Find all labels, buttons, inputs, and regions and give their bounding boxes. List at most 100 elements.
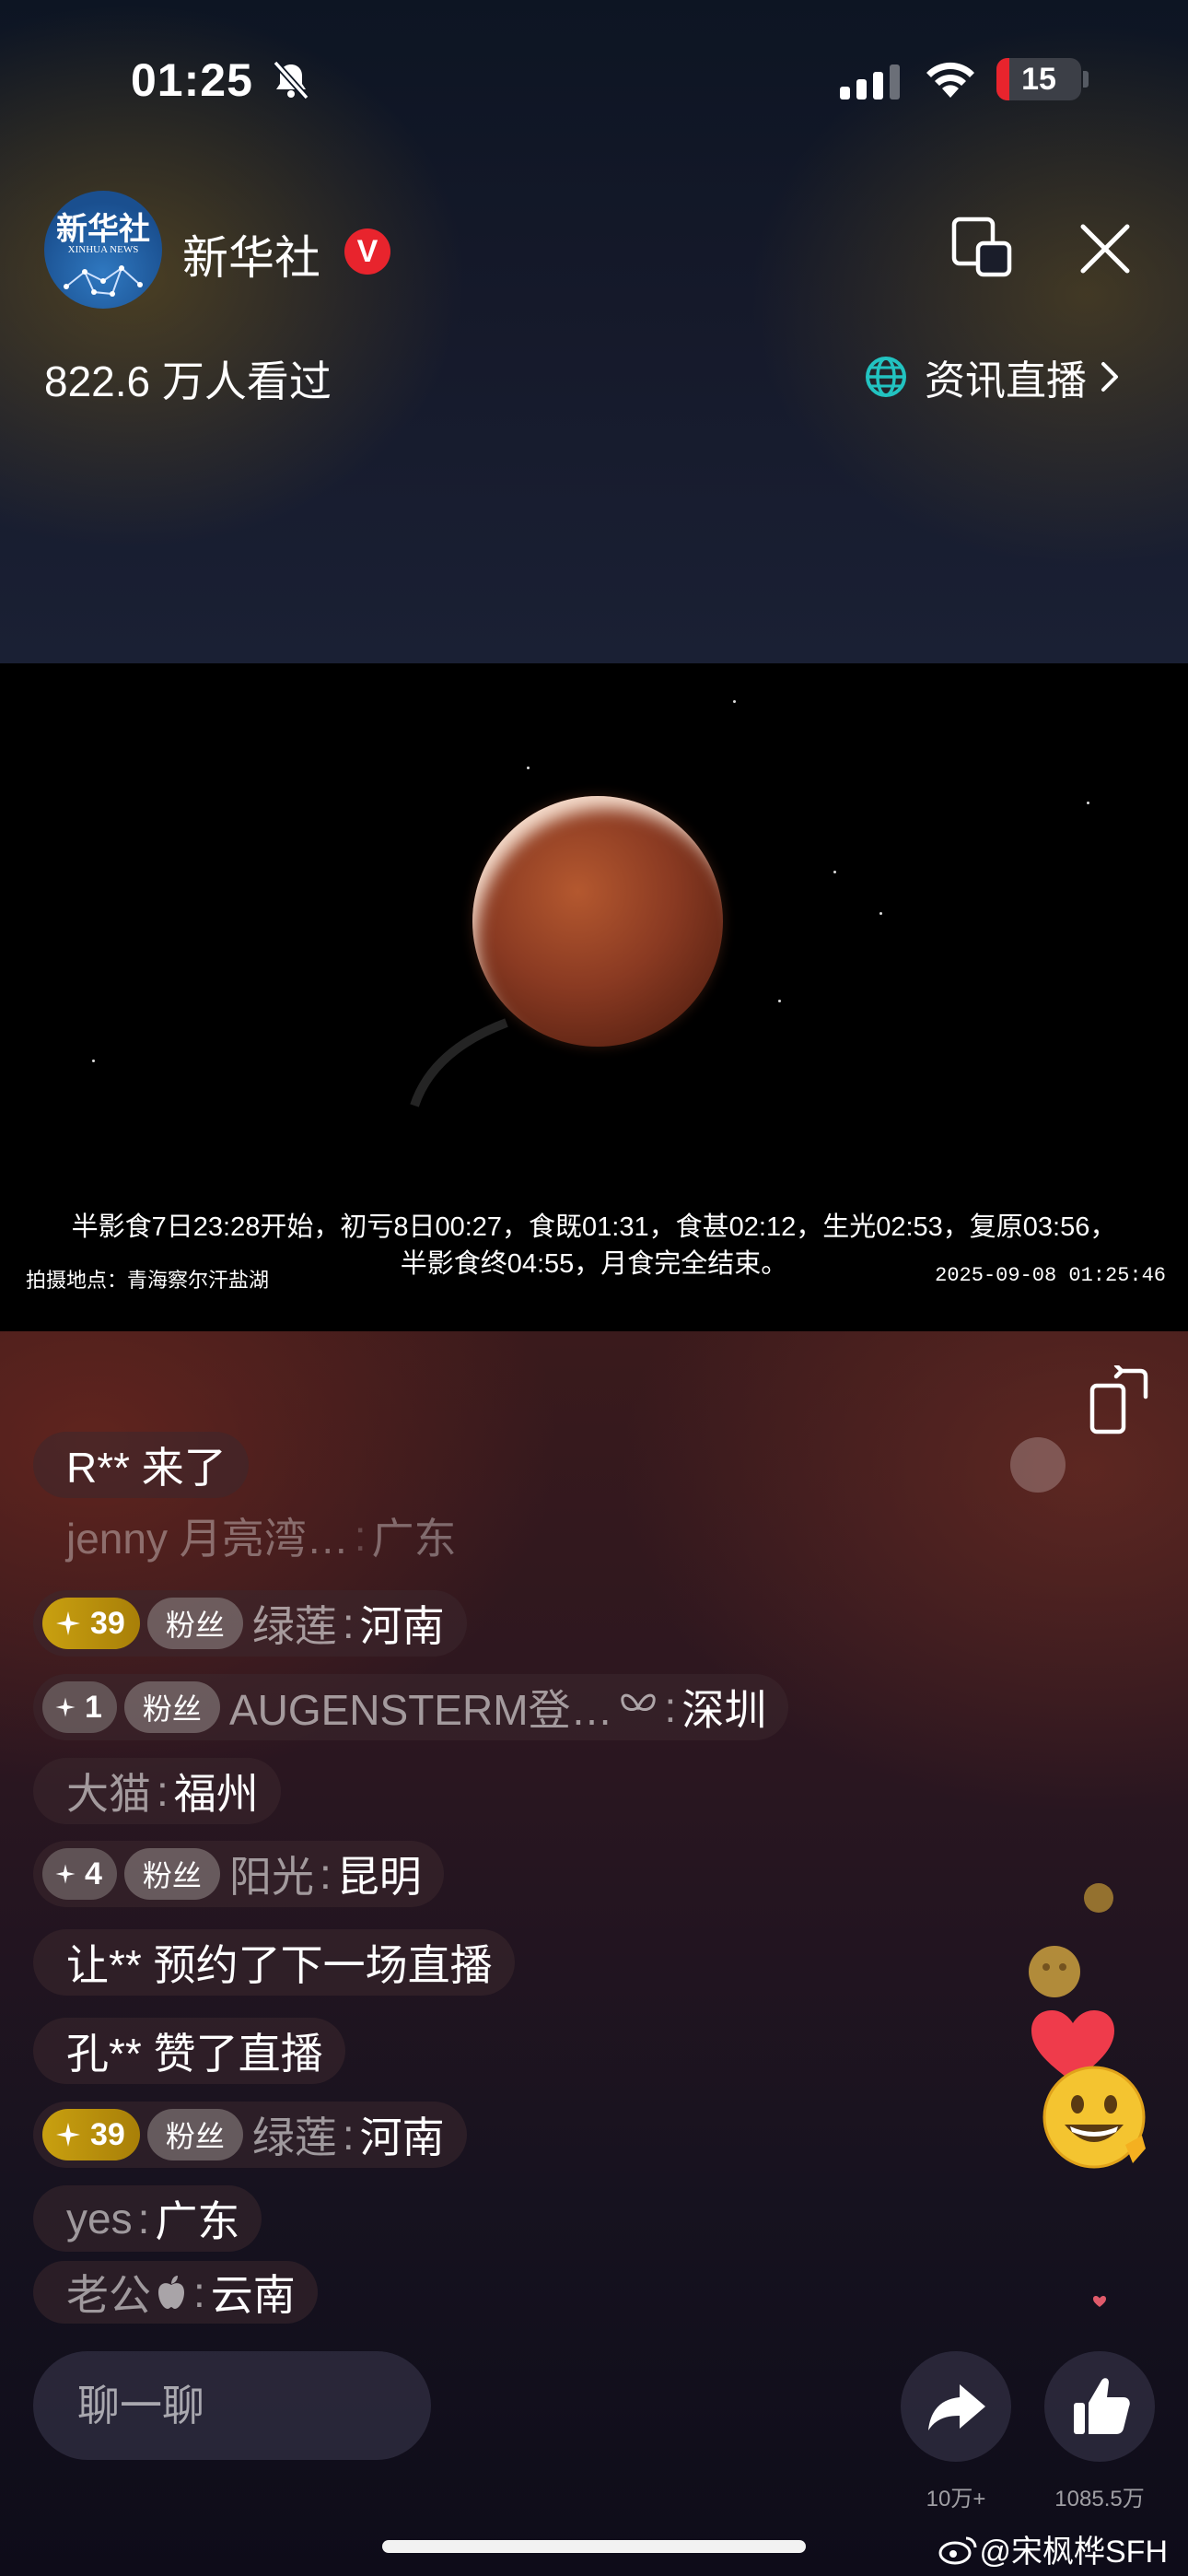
battery-nub (1083, 71, 1089, 88)
sparkle-icon (55, 1697, 76, 1717)
constellation-icon (64, 265, 143, 297)
fan-badge: 粉丝 (123, 1681, 220, 1733)
battery-indicator: 15 (996, 58, 1081, 100)
message-separator: : (342, 2111, 355, 2159)
verified-badge: V (344, 228, 390, 275)
chat-feed[interactable]: R** 来了 jenny 月亮湾… : 广东 39 粉丝 绿莲 : 河南 1 粉… (33, 1432, 954, 2335)
globe-icon (866, 357, 906, 397)
chat-input[interactable]: 聊一聊 (33, 2351, 431, 2460)
bell-slash-icon (273, 60, 309, 100)
message-user: 老公 (66, 2271, 151, 2319)
shooting-location: 拍摄地点：青海察尔汗盐湖 (26, 1269, 270, 1292)
status-time: 01:25 (131, 54, 253, 106)
chat-input-placeholder: 聊一聊 (77, 2382, 204, 2430)
level-number: 39 (90, 2116, 125, 2152)
butterfly-icon (620, 1693, 656, 1711)
message-user: 阳光 (228, 1853, 314, 1901)
message-separator: : (193, 2268, 205, 2316)
message-location: 福州 (173, 1770, 259, 1818)
chat-message: 39 粉丝 绿莲 : 河南 (33, 2102, 467, 2168)
star (778, 1000, 781, 1002)
message-location: 河南 (359, 2113, 445, 2161)
wifi-icon (926, 62, 974, 98)
star (1087, 802, 1089, 804)
message-separator: : (664, 1683, 677, 1731)
chat-message: 大猫 : 福州 (33, 1758, 281, 1824)
share-count: 10万+ (926, 2487, 986, 2512)
category-label: 资讯直播 (925, 358, 1087, 404)
lens-flare (410, 1018, 508, 1107)
watermark-text: @宋枫桦SFH (979, 2535, 1168, 2570)
message-location: 广东 (371, 1515, 457, 1563)
message-user: 大猫 (66, 1770, 151, 1818)
close-icon[interactable] (1077, 221, 1133, 276)
cellular-signal-icon (840, 64, 900, 100)
message-text: 孔** 赞了直播 (66, 2030, 323, 2078)
channel-avatar[interactable]: 新华社 XINHUA NEWS (44, 191, 162, 309)
floating-window-icon[interactable] (950, 216, 1013, 278)
category-link[interactable]: 资讯直播 (864, 348, 1124, 405)
message-user: jenny 月亮湾… (66, 1515, 349, 1563)
channel-name[interactable]: 新华社 (182, 221, 320, 287)
caption-line-1: 半影食7日23:28开始，初亏8日00:27，食既01:31，食甚02:12，生… (71, 1212, 1117, 1242)
thumbs-up-icon (1074, 2378, 1130, 2434)
star (833, 871, 836, 873)
apple-icon (158, 2276, 184, 2309)
fan-badge: 粉丝 (123, 1848, 220, 1900)
fan-badge: 粉丝 (146, 2109, 243, 2160)
avatar-logo-text: 新华社 (56, 211, 150, 248)
message-user: 绿莲 (251, 2113, 337, 2161)
message-user: AUGENSTERM登… (228, 1686, 613, 1734)
fading-face-reaction-icon (1010, 1437, 1066, 1493)
video-timestamp: 2025-09-08 01:25:46 (935, 1264, 1166, 1287)
rotate-screen-icon[interactable] (1087, 1365, 1151, 1435)
chat-message: 39 粉丝 绿莲 : 河南 (33, 1590, 467, 1657)
sparkle-icon (55, 1864, 76, 1884)
sparkle-icon (56, 2123, 80, 2147)
message-location: 广东 (155, 2197, 240, 2245)
message-location: 深圳 (681, 1686, 767, 1734)
message-user: yes (66, 2195, 133, 2242)
weibo-watermark: @宋枫桦SFH (938, 2526, 1168, 2571)
fan-badge: 粉丝 (146, 1598, 243, 1649)
message-text: R** 来了 (66, 1444, 227, 1492)
level-number: 39 (90, 1605, 125, 1641)
message-separator: : (137, 2195, 150, 2242)
level-number: 1 (85, 1689, 102, 1725)
chat-message: 4 粉丝 阳光 : 昆明 (33, 1841, 444, 1907)
chat-message: yes : 广东 (33, 2185, 262, 2252)
home-indicator[interactable] (382, 2540, 806, 2553)
chat-message-system: 孔** 赞了直播 (33, 2018, 345, 2084)
chat-message: 老公 : 云南 (33, 2261, 318, 2324)
live-video-frame[interactable]: 半影食7日23:28开始，初亏8日00:27，食既01:31，食甚02:12，生… (0, 663, 1188, 1331)
star (879, 912, 882, 915)
grinning-face-reaction-icon (1042, 2066, 1146, 2169)
chat-message-system: R** 来了 (33, 1432, 249, 1498)
message-location: 昆明 (336, 1853, 422, 1901)
level-number: 4 (85, 1856, 102, 1891)
share-button[interactable] (901, 2351, 1011, 2462)
message-separator: : (354, 1512, 367, 1560)
status-bar: 01:25 15 (0, 0, 1188, 157)
chat-message: jenny 月亮湾… : 广东 (33, 1512, 479, 1563)
message-separator: : (319, 1850, 332, 1898)
emoji-reaction-icon (1029, 1946, 1080, 1997)
chevron-right-icon (1101, 362, 1118, 392)
message-location: 云南 (210, 2271, 296, 2319)
message-location: 河南 (359, 1602, 445, 1650)
message-text: 让** 预约了下一场直播 (66, 1941, 493, 1989)
like-button[interactable] (1044, 2351, 1155, 2462)
fan-level-badge: 39 (42, 2109, 140, 2160)
message-separator: : (157, 1767, 169, 1815)
tiny-heart-icon (1093, 2296, 1106, 2307)
star (733, 700, 736, 703)
chat-message-system: 让** 预约了下一场直播 (33, 1929, 515, 1996)
battery-percent: 15 (1021, 62, 1056, 97)
fan-level-badge: 1 (42, 1681, 117, 1733)
message-user: 绿莲 (251, 1602, 337, 1650)
fan-level-badge: 39 (42, 1598, 140, 1649)
star (527, 767, 530, 769)
chat-message: 1 粉丝 AUGENSTERM登… : 深圳 (33, 1674, 789, 1740)
weibo-icon (938, 2536, 977, 2564)
sparkle-icon (56, 1611, 80, 1635)
